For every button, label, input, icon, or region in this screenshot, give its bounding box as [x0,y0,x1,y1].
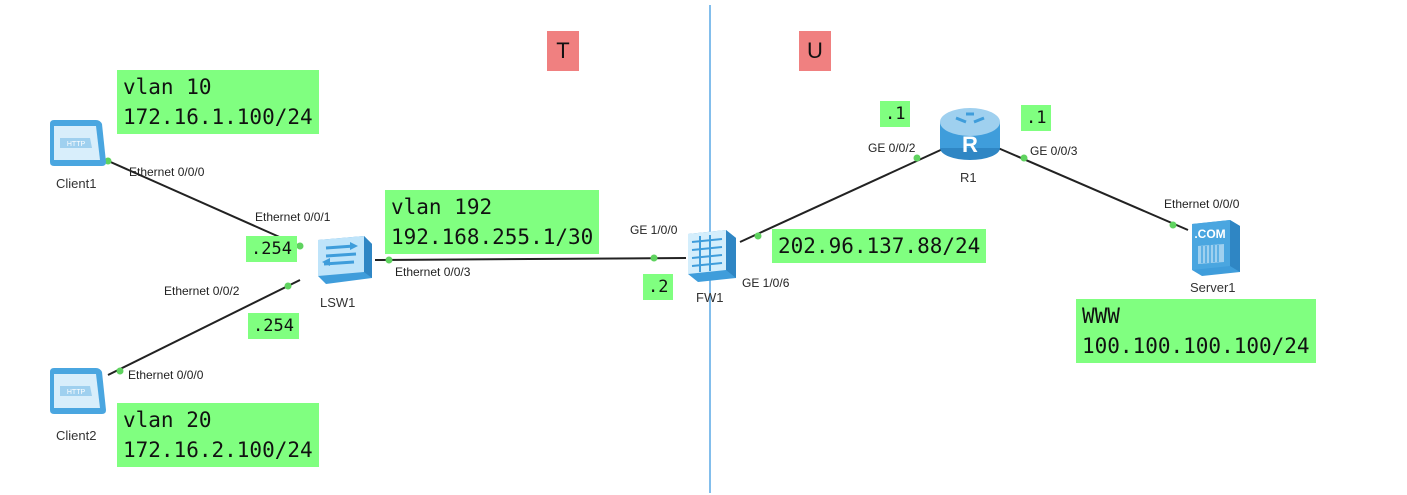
svg-text:R: R [962,132,978,157]
port-label-r1-ge003: GE 0/0/3 [1030,144,1078,158]
svg-text:HTTP: HTTP [67,389,86,396]
lsw1-gateway1-label: .254 [246,236,297,262]
firewall-icon[interactable] [682,226,742,286]
port-dot-fw1-ge106 [754,232,762,240]
router-icon[interactable]: R [936,104,1004,164]
client1-icon[interactable]: HTTP [46,118,108,170]
client2-label: Client2 [56,428,97,443]
port-dot-r1-ge003 [1020,154,1028,162]
port-dot-lsw1-e2 [284,282,292,290]
port-dot-lsw1-e1 [296,242,304,250]
lsw1-label: LSW1 [320,295,356,310]
server-icon[interactable]: .COM [1188,216,1244,278]
vlan192-ip: 192.168.255.1/30 [391,225,594,249]
vlan10-ip: 172.16.1.100/24 [123,105,313,129]
www-name: WWW [1082,304,1120,328]
vlan20-ip: 172.16.2.100/24 [123,438,313,462]
vlan20-name: vlan 20 [123,408,212,432]
port-dot-r1-ge002 [913,154,921,162]
port-label-fw1-ge100: GE 1/0/0 [630,223,678,237]
vlan10-label: vlan 10 172.16.1.100/24 [117,70,319,134]
svg-text:.COM: .COM [1194,227,1225,241]
port-dot-server1 [1169,221,1177,229]
zone-u-label: U [799,31,831,71]
www-label: WWW 100.100.100.100/24 [1076,299,1316,363]
r1-label: R1 [960,170,977,185]
port-label-r1-ge002: GE 0/0/2 [868,141,916,155]
port-label-lsw1-eth2: Ethernet 0/0/2 [164,284,240,298]
port-label-lsw1-eth3: Ethernet 0/0/3 [395,265,471,279]
link-lsw1-fw1 [374,257,687,261]
server1-label: Server1 [1190,280,1236,295]
fw1-outside-ip-label: 202.96.137.88/24 [772,229,987,263]
client2-icon[interactable]: HTTP [46,366,108,418]
client1-label: Client1 [56,176,97,191]
r1-left-ip-label: .1 [880,101,911,127]
port-label-server1-eth: Ethernet 0/0/0 [1164,197,1240,211]
vlan192-label: vlan 192 192.168.255.1/30 [385,190,600,254]
fw1-label: FW1 [696,290,724,305]
fw1-inside-ip-label: .2 [643,274,674,300]
vlan192-name: vlan 192 [391,195,493,219]
port-label-fw1-ge106: GE 1/0/6 [742,276,790,290]
port-dot-client2 [116,367,124,375]
vlan20-label: vlan 20 172.16.2.100/24 [117,403,319,467]
r1-right-ip-label: .1 [1021,105,1052,131]
www-ip: 100.100.100.100/24 [1082,334,1310,358]
port-label-client1-eth: Ethernet 0/0/0 [129,165,205,179]
lsw1-gateway2-label: .254 [248,313,299,339]
port-label-lsw1-eth1: Ethernet 0/0/1 [255,210,331,224]
svg-text:HTTP: HTTP [67,141,86,148]
port-dot-fw1-ge100 [650,254,658,262]
link-fw1-r1 [739,147,946,243]
port-dot-lsw1-e3 [385,256,393,264]
vlan10-name: vlan 10 [123,75,212,99]
zone-t-label: T [547,31,579,71]
switch-icon[interactable] [308,232,378,290]
port-label-client2-eth: Ethernet 0/0/0 [128,368,204,382]
